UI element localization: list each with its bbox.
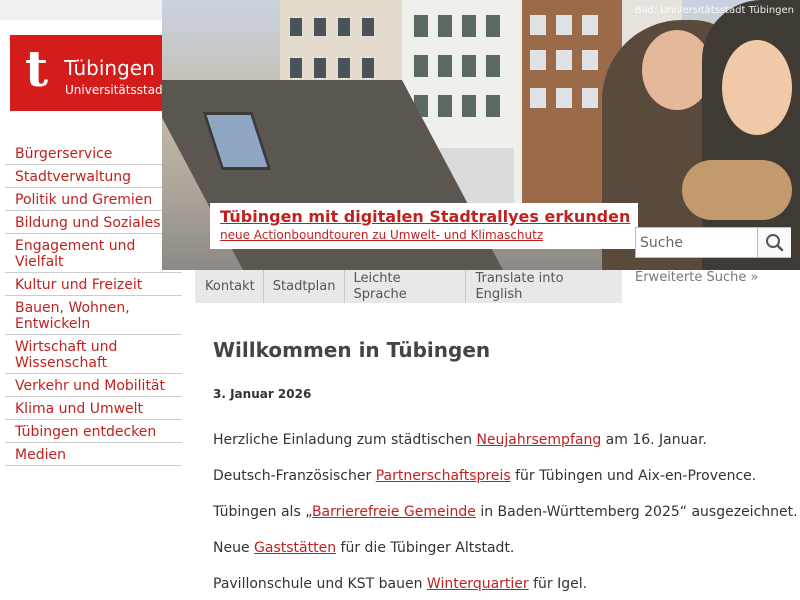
news-link-barrierefreie-gemeinde[interactable]: Barrierefreie Gemeinde <box>312 504 476 520</box>
news-link-partnerschaftspreis[interactable]: Partnerschaftspreis <box>376 468 511 484</box>
service-item: Leichte Sprache <box>343 270 466 303</box>
nav-link-kultur[interactable]: Kultur und Freizeit <box>5 273 182 295</box>
news-text: am 16. Januar. <box>601 432 708 448</box>
nav-item: Politik und Gremien <box>5 188 182 211</box>
nav-link-klima[interactable]: Klima und Umwelt <box>5 397 182 419</box>
logo-subtitle: Universitätsstadt <box>65 83 168 97</box>
nav-link-medien[interactable]: Medien <box>5 443 182 465</box>
nav-link-politik[interactable]: Politik und Gremien <box>5 188 182 210</box>
service-link-english[interactable]: Translate into English <box>466 271 622 303</box>
search-input[interactable] <box>636 228 756 257</box>
nav-link-verkehr[interactable]: Verkehr und Mobilität <box>5 374 182 396</box>
news-link-winterquartier[interactable]: Winterquartier <box>427 576 529 592</box>
news-item: Neue Gaststätten für die Tübinger Altsta… <box>213 539 514 557</box>
nav-item: Medien <box>5 443 182 466</box>
news-text: Herzliche Einladung zum städtischen <box>213 432 477 448</box>
logo-name: Tübingen <box>64 56 155 80</box>
search-button[interactable] <box>757 228 791 257</box>
nav-item: Bildung und Soziales <box>5 211 182 234</box>
advanced-search-link[interactable]: Erweiterte Suche » <box>635 270 758 286</box>
nav-link-wirtschaft[interactable]: Wirtschaft und Wissenschaft <box>5 335 182 373</box>
hero-subline: neue Actionboundtouren zu Umwelt- und Kl… <box>220 228 544 242</box>
nav-link-entdecken[interactable]: Tübingen entdecken <box>5 420 182 442</box>
nav-item: Stadtverwaltung <box>5 165 182 188</box>
search-box <box>635 227 791 258</box>
city-logo-link[interactable]: t Tübingen Universitätsstadt <box>10 35 181 111</box>
news-text: für Igel. <box>528 576 588 592</box>
nav-item: Engagement und Vielfalt <box>5 234 182 273</box>
news-date: 3. Januar 2026 <box>213 387 312 401</box>
news-item: Herzliche Einladung zum städtischen Neuj… <box>213 431 707 449</box>
page-title: Willkommen in Tübingen <box>213 338 491 362</box>
service-item: Kontakt <box>195 270 263 303</box>
service-link-leichte-sprache[interactable]: Leichte Sprache <box>345 271 466 303</box>
hero-headline: Tübingen mit digitalen Stadtrallyes erku… <box>220 207 631 226</box>
service-link-kontakt[interactable]: Kontakt <box>195 279 263 295</box>
news-item: Deutsch-Französischer Partnerschaftsprei… <box>213 467 756 485</box>
nav-item: Kultur und Freizeit <box>5 273 182 296</box>
nav-item: Bauen, Wohnen, Entwickeln <box>5 296 182 335</box>
news-text: für die Tübinger Altstadt. <box>336 540 515 556</box>
news-link-neujahrsempfang[interactable]: Neujahrsempfang <box>476 432 601 448</box>
nav-link-bauen[interactable]: Bauen, Wohnen, Entwickeln <box>5 296 182 334</box>
news-text: Deutsch-Französischer <box>213 468 376 484</box>
nav-item: Wirtschaft und Wissenschaft <box>5 335 182 374</box>
news-text: Neue <box>213 540 255 556</box>
news-item: Tübingen als „Barrierefreie Gemeinde in … <box>213 503 798 521</box>
news-text: in Baden-Württemberg 2025“ ausgezeichnet… <box>475 504 798 520</box>
top-strip <box>0 0 162 20</box>
service-bar: Kontakt Stadtplan Leichte Sprache Transl… <box>195 270 622 303</box>
service-link-stadtplan[interactable]: Stadtplan <box>264 279 344 295</box>
nav-item: Klima und Umwelt <box>5 397 182 420</box>
nav-link-stadtverwaltung[interactable]: Stadtverwaltung <box>5 165 182 187</box>
news-item: Pavillonschule und KST bauen Winterquart… <box>213 575 587 593</box>
image-credit: Bild: Universitätsstadt Tübingen <box>634 5 794 16</box>
news-link-gaststaetten[interactable]: Gaststätten <box>254 540 336 556</box>
nav-item: Verkehr und Mobilität <box>5 374 182 397</box>
service-item: Translate into English <box>465 270 622 303</box>
news-text: Pavillonschule und KST bauen <box>213 576 427 592</box>
news-text: Tübingen als „ <box>213 504 312 520</box>
news-text: für Tübingen und Aix-en-Provence. <box>510 468 757 484</box>
magnifier-icon <box>766 234 784 252</box>
main-navigation: Bürgerservice Stadtverwaltung Politik un… <box>5 142 182 466</box>
nav-item: Tübingen entdecken <box>5 420 182 443</box>
hero-caption-link[interactable]: Tübingen mit digitalen Stadtrallyes erku… <box>210 203 639 249</box>
nav-link-bildung[interactable]: Bildung und Soziales <box>5 211 182 233</box>
service-item: Stadtplan <box>262 270 344 303</box>
nav-link-engagement[interactable]: Engagement und Vielfalt <box>5 234 182 272</box>
nav-link-buergerservice[interactable]: Bürgerservice <box>5 142 182 164</box>
tuebingen-t-logo-icon: t <box>25 39 49 98</box>
nav-item: Bürgerservice <box>5 142 182 165</box>
